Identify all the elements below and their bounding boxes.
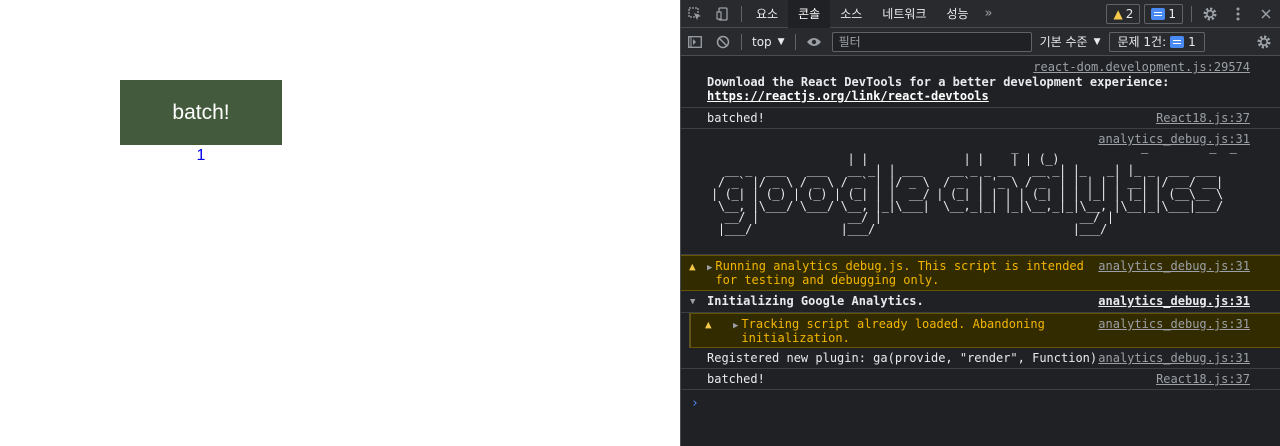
more-tabs-button[interactable]: » — [979, 0, 999, 28]
console-prompt[interactable]: › — [681, 390, 1280, 417]
close-icon[interactable] — [1252, 0, 1280, 28]
console-message: batched! React18.js:37 — [681, 108, 1280, 129]
toolbar-separator — [741, 33, 742, 50]
console-message: batched! React18.js:37 — [681, 369, 1280, 390]
tab-console[interactable]: 콘솔 — [788, 0, 831, 28]
source-link[interactable]: analytics_debug.js:31 — [1098, 317, 1250, 331]
chevron-down-icon: ▼ — [777, 36, 785, 47]
warning-icon: ▲ — [1113, 7, 1123, 21]
live-expression-eye-icon[interactable] — [800, 28, 828, 56]
prompt-chevron-icon: › — [691, 396, 699, 411]
console-message: react-dom.development.js:29574 Download … — [681, 57, 1280, 108]
source-link[interactable]: analytics_debug.js:31 — [1098, 259, 1250, 273]
expand-triangle-icon[interactable]: ▶ — [707, 263, 712, 273]
tab-performance[interactable]: 성능 — [936, 0, 978, 28]
issues-button[interactable]: 문제 1건: 1 — [1108, 31, 1205, 52]
source-link[interactable]: React18.js:37 — [1156, 111, 1250, 125]
warning-count: 2 — [1125, 7, 1134, 21]
console-settings-gear-icon[interactable] — [1250, 28, 1278, 56]
chevron-down-icon: ▼ — [1093, 36, 1101, 47]
toolbar-separator — [794, 33, 796, 50]
message-text: batched! — [707, 372, 765, 386]
inspect-element-icon[interactable] — [681, 0, 709, 28]
source-link[interactable]: React18.js:37 — [1156, 372, 1250, 386]
message-icon — [1170, 35, 1185, 48]
message-count-badge[interactable]: 1 — [1144, 4, 1183, 24]
tab-elements[interactable]: 요소 — [746, 0, 788, 28]
source-link[interactable]: analytics_debug.js:31 — [1098, 351, 1250, 365]
console-warning: ▲ ▶ Tracking script already loaded. Aband… — [689, 313, 1280, 348]
warning-count-badge[interactable]: ▲ 2 — [1106, 4, 1141, 24]
settings-gear-icon[interactable] — [1196, 0, 1224, 28]
source-link[interactable]: analytics_debug.js:31 — [1098, 132, 1250, 146]
message-text: Download the React DevTools for a better… — [707, 75, 1170, 89]
group-title: Initializing Google Analytics. — [707, 294, 924, 308]
devtools-tabbar: 요소 콘솔 소스 네트워크 성능 » ▲ 2 1 — [681, 0, 1280, 28]
issues-count: 1 — [1188, 34, 1196, 49]
console-message: analytics_debug.js:31 _ _ _ _ | | | | | … — [681, 129, 1280, 255]
context-selector[interactable]: top ▼ — [746, 28, 791, 56]
message-text: Tracking script already loaded. Abandoni… — [741, 317, 1045, 345]
tab-sources[interactable]: 소스 — [830, 0, 872, 28]
issues-label: 문제 1건: — [1117, 35, 1167, 49]
expand-triangle-icon[interactable]: ▶ — [733, 321, 738, 331]
message-icon — [1151, 8, 1166, 20]
devtools-panel: 요소 콘솔 소스 네트워크 성능 » ▲ 2 1 top ▼ 필터 기본 수준 … — [680, 0, 1280, 446]
counter-value: 1 — [196, 147, 206, 164]
console-warning: ▲ ▶ Running analytics_debug.js. This scri… — [681, 255, 1280, 291]
toolbar-separator — [741, 5, 742, 22]
message-text: Registered new plugin: ga(provide, "rend… — [707, 351, 1098, 365]
console-output: react-dom.development.js:29574 Download … — [681, 57, 1280, 446]
log-levels-dropdown[interactable]: 기본 수준 ▼ — [1032, 28, 1109, 56]
collapse-triangle-icon[interactable]: ▼ — [690, 295, 695, 309]
message-text: batched! — [707, 111, 765, 125]
google-analytics-ascii-art: _ _ _ _ | | | | | | (_) __ _ ___ ___ __ … — [711, 140, 1237, 236]
source-link[interactable]: analytics_debug.js:31 — [1098, 294, 1250, 308]
warning-icon: ▲ — [689, 260, 696, 273]
message-count: 1 — [1168, 7, 1176, 21]
batch-button[interactable]: batch! — [120, 80, 282, 145]
message-text: Running analytics_debug.js. This script … — [715, 259, 1084, 287]
warning-icon: ▲ — [705, 318, 712, 331]
console-group[interactable]: ▼ Initializing Google Analytics. analyti… — [681, 291, 1280, 313]
device-toolbar-icon[interactable] — [709, 0, 737, 28]
toolbar-separator — [1191, 6, 1192, 22]
console-message: Registered new plugin: ga(provide, "rend… — [681, 348, 1280, 369]
more-options-icon[interactable] — [1224, 0, 1252, 28]
filter-input[interactable]: 필터 — [831, 31, 1032, 52]
sidebar-toggle-icon[interactable] — [681, 28, 709, 56]
tab-network[interactable]: 네트워크 — [872, 0, 936, 28]
source-link[interactable]: react-dom.development.js:29574 — [1033, 60, 1250, 74]
clear-console-icon[interactable] — [709, 28, 737, 56]
context-label: top — [752, 34, 772, 49]
log-levels-label: 기본 수준 — [1039, 35, 1088, 49]
console-toolbar: top ▼ 필터 기본 수준 ▼ 문제 1건: 1 — [681, 28, 1280, 56]
devtools-link[interactable]: https://reactjs.org/link/react-devtools — [707, 89, 989, 103]
web-page: batch! 1 — [0, 0, 680, 446]
